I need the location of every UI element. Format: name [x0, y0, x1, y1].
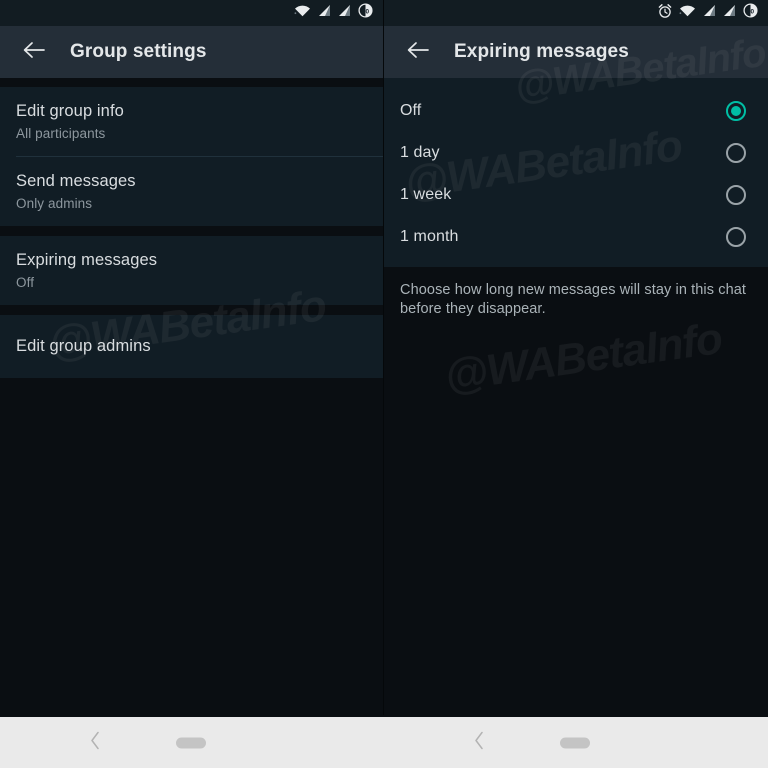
right-pane-expiring-messages: 50 Expiring messages Off 1 day 1 week 1 …	[384, 0, 768, 715]
wifi-icon	[294, 4, 311, 22]
option-row-1-week[interactable]: 1 week	[384, 174, 768, 216]
list-item-send-messages[interactable]: Send messages Only admins	[0, 157, 383, 226]
left-nav-half	[0, 717, 384, 768]
system-navigation-bar	[0, 715, 768, 768]
arrow-back-icon	[23, 41, 45, 64]
signal-icon	[338, 4, 351, 22]
battery-level-text: 50	[747, 8, 755, 15]
signal-icon	[318, 4, 331, 22]
alarm-icon	[658, 3, 672, 23]
list-item-expiring-messages[interactable]: Expiring messages Off	[0, 236, 383, 305]
list-item-title: Expiring messages	[16, 251, 158, 269]
left-app-bar: Group settings	[0, 26, 383, 78]
option-label: 1 month	[400, 228, 459, 245]
list-item-edit-group-admins[interactable]: Edit group admins	[0, 315, 383, 378]
signal-icon	[723, 4, 736, 22]
home-handle[interactable]	[176, 737, 206, 748]
list-item-subtitle: Only admins	[16, 196, 93, 211]
list-item-title: Edit group info	[16, 102, 124, 120]
option-row-1-month[interactable]: 1 month	[384, 216, 768, 258]
helper-text-block: Choose how long new messages will stay i…	[384, 267, 768, 335]
option-row-1-day[interactable]: 1 day	[384, 132, 768, 174]
right-status-bar: 50	[384, 0, 768, 26]
home-handle[interactable]	[560, 737, 590, 748]
wifi-icon	[679, 4, 696, 22]
card-gap	[0, 305, 383, 315]
expiring-options-card: Off 1 day 1 week 1 month	[384, 78, 768, 267]
settings-card-expiring-messages: Expiring messages Off	[0, 236, 383, 305]
option-label: 1 week	[400, 186, 452, 203]
left-page-title: Group settings	[70, 41, 207, 62]
right-page-title: Expiring messages	[454, 41, 629, 62]
chevron-back-icon[interactable]	[90, 731, 101, 754]
arrow-back-icon	[407, 41, 429, 64]
settings-card-admins: Edit group admins	[0, 315, 383, 378]
list-item-subtitle: All participants	[16, 126, 106, 141]
battery-icon: 50	[358, 3, 373, 23]
signal-icon	[703, 4, 716, 22]
list-item-title: Edit group admins	[16, 337, 151, 355]
left-status-bar: 50	[0, 0, 383, 26]
option-label: Off	[400, 102, 422, 119]
left-pane-group-settings: 50 Group settings Edit group info All pa…	[0, 0, 384, 715]
dual-screenshot-panes: 50 Group settings Edit group info All pa…	[0, 0, 768, 715]
screenshot-root: 50 Group settings Edit group info All pa…	[0, 0, 768, 768]
battery-icon: 50	[743, 3, 758, 23]
right-back-button[interactable]	[400, 34, 436, 70]
option-label: 1 day	[400, 144, 440, 161]
left-content-area: Edit group info All participants Send me…	[0, 78, 383, 715]
radio-button-1-month[interactable]	[726, 227, 746, 247]
list-item-subtitle: Off	[16, 275, 35, 290]
list-item-title: Send messages	[16, 172, 136, 190]
spacer	[0, 78, 383, 87]
expiring-messages-description: Choose how long new messages will stay i…	[400, 282, 747, 317]
radio-button-off[interactable]	[726, 101, 746, 121]
card-gap	[0, 226, 383, 236]
list-item-edit-group-info[interactable]: Edit group info All participants	[0, 87, 383, 156]
right-app-bar: Expiring messages	[384, 26, 768, 78]
right-nav-half	[384, 717, 768, 768]
radio-button-1-day[interactable]	[726, 143, 746, 163]
settings-card-permissions: Edit group info All participants Send me…	[0, 87, 383, 226]
radio-button-1-week[interactable]	[726, 185, 746, 205]
left-back-button[interactable]	[16, 34, 52, 70]
chevron-back-icon[interactable]	[474, 731, 485, 754]
right-content-area: Off 1 day 1 week 1 month Choose how long…	[384, 78, 768, 715]
battery-level-text: 50	[362, 8, 370, 15]
option-row-off[interactable]: Off	[384, 90, 768, 132]
